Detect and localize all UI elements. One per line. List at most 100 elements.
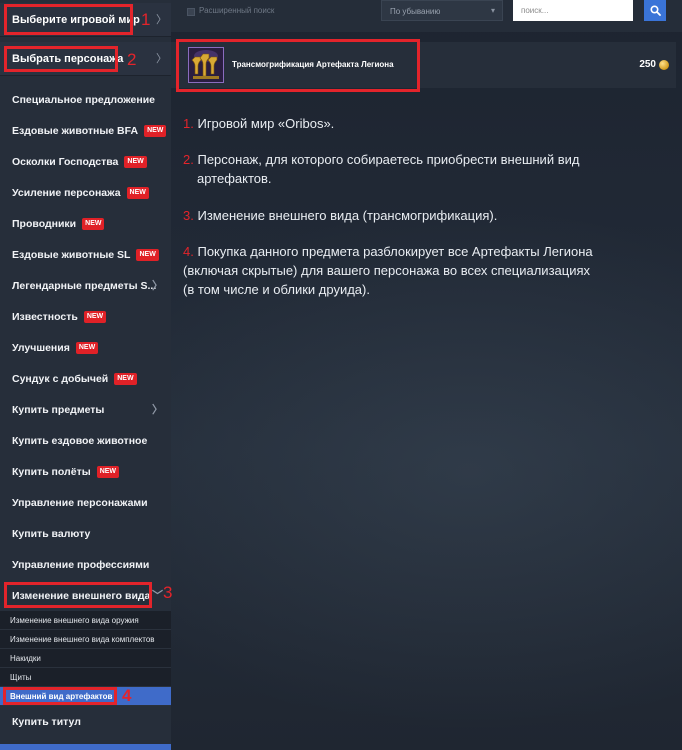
sort-select[interactable]: По убыванию ▾ <box>381 0 503 21</box>
menu-item-character-boost[interactable]: Усиление персонажа NEW <box>0 177 171 208</box>
menu-item-label: Купить титул <box>12 715 81 728</box>
menu-item-label: Сундук с добычей <box>12 372 109 385</box>
submenu-item-label: Щиты <box>10 672 32 682</box>
submenu-item-artifact-appearance[interactable]: Внешний вид артефактов 4 <box>0 687 171 706</box>
menu-item-buy-mount[interactable]: Купить ездовое животное <box>0 425 171 456</box>
extended-search-label: Расширенный поиск <box>199 6 275 15</box>
menu-item-loot-chest[interactable]: Сундук с добычей NEW <box>0 363 171 394</box>
character-selector-label: Выбрать персонажа <box>12 53 124 65</box>
menu-item-profession-management[interactable]: Управление профессиями <box>0 549 171 580</box>
menu-item-label: Купить валюту <box>12 527 91 540</box>
sidebar: Выберите игровой мир 1 〉 Выбрать персона… <box>0 0 173 750</box>
note-1: 1. Игровой мир «Oribos». <box>183 114 663 133</box>
menu-item-label: Купить полёты <box>12 465 91 478</box>
menu-item-mounts-bfa[interactable]: Ездовые животные BFA NEW <box>0 115 171 146</box>
sidebar-bottom-button[interactable] <box>0 744 171 750</box>
menu-item-label: Осколки Господства <box>12 155 119 168</box>
page: Выберите игровой мир 1 〉 Выбрать персона… <box>0 0 682 750</box>
menu-item-buy-flying[interactable]: Купить полёты NEW <box>0 456 171 487</box>
chevron-down-icon: ▾ <box>490 6 495 15</box>
submenu-item-label: Внешний вид артефактов <box>10 691 113 701</box>
menu-item-label: Купить ездовое животное <box>12 434 148 447</box>
submenu-item-set-appearance[interactable]: Изменение внешнего вида комплектов <box>0 630 171 649</box>
menu-item-buy-items[interactable]: Купить предметы 〉 <box>0 394 171 425</box>
world-selector[interactable]: Выберите игровой мир 1 〉 <box>0 3 171 37</box>
note-number: 2. <box>183 152 194 167</box>
menu-item-reputation[interactable]: Известность NEW <box>0 301 171 332</box>
note-text: (в том числе и облики друида). <box>183 282 370 297</box>
note-text: (включая скрытые) для вашего персонажа в… <box>183 263 591 278</box>
new-badge: NEW <box>75 341 99 354</box>
menu-item-character-management[interactable]: Управление персонажами <box>0 487 171 518</box>
new-badge: NEW <box>96 465 120 478</box>
submenu-item-label: Изменение внешнего вида оружия <box>10 615 139 625</box>
new-badge: NEW <box>126 186 149 199</box>
menu-item-label: Управление профессиями <box>12 558 150 571</box>
submenu-item-weapon-appearance[interactable]: Изменение внешнего вида оружия <box>0 611 171 630</box>
note-3: 3. Изменение внешнего вида (трансмогрифи… <box>183 206 663 225</box>
search-button[interactable] <box>644 0 666 21</box>
product-price: 250 <box>639 59 656 70</box>
menu-item-buy-title[interactable]: Купить титул <box>0 706 171 737</box>
note-text: Покупка данного предмета разблокирует вс… <box>197 244 593 259</box>
menu-item-legendary-items[interactable]: Легендарные предметы S... 〉 <box>0 270 171 301</box>
note-number: 3. <box>183 208 194 223</box>
coin-icon <box>659 60 669 70</box>
artifact-trophies-icon <box>189 48 223 82</box>
menu-item-special-offer[interactable]: Специальное предложение <box>0 84 171 115</box>
product-image <box>188 47 224 83</box>
note-2: 2. Персонаж, для которого собираетесь пр… <box>183 150 663 188</box>
annotation-number-2: 2 <box>127 50 137 69</box>
new-badge: NEW <box>83 310 107 323</box>
note-text: Игровой мир «Oribos». <box>197 116 335 131</box>
menu-item-upgrades[interactable]: Улучшения NEW <box>0 332 171 363</box>
menu-item-buy-currency[interactable]: Купить валюту <box>0 518 171 549</box>
chevron-right-icon: 〉 <box>152 280 163 292</box>
new-badge: NEW <box>144 124 167 137</box>
menu-item-appearance-change[interactable]: Изменение внешнего вида ﹀ <box>0 580 171 611</box>
note-number: 4. <box>183 244 194 259</box>
new-badge: NEW <box>82 217 105 230</box>
new-badge: NEW <box>124 155 147 168</box>
annotation-number-1: 1 <box>141 10 151 29</box>
submenu-item-label: Накидки <box>10 653 41 663</box>
menu-item-label: Купить предметы <box>12 403 105 416</box>
chevron-right-icon: 〉 <box>152 404 163 416</box>
submenu-item-cloaks[interactable]: Накидки <box>0 649 171 668</box>
product-card[interactable]: Трансмогрификация Артефакта Легиона 250 <box>171 39 676 92</box>
menu-item-domination-shards[interactable]: Осколки Господства NEW <box>0 146 171 177</box>
menu-item-label: Специальное предложение <box>12 93 156 106</box>
menu-item-label: Проводники <box>12 217 77 230</box>
note-4: 4. Покупка данного предмета разблокирует… <box>183 242 663 299</box>
menu-item-label: Ездовые животные BFA <box>12 124 139 137</box>
submenu-item-shields[interactable]: Щиты <box>0 668 171 687</box>
extended-search-checkbox[interactable] <box>187 8 195 16</box>
menu-item-label: Ездовые животные SL <box>12 248 131 261</box>
new-badge: NEW <box>114 372 137 385</box>
annotation-number-4: 4 <box>122 686 132 705</box>
character-selector[interactable]: Выбрать персонажа 2 〉 <box>0 42 171 76</box>
world-selector-label: Выберите игровой мир <box>12 14 140 26</box>
menu-item-label: Улучшения <box>12 341 70 354</box>
search-input[interactable] <box>513 0 633 21</box>
menu-item-guides[interactable]: Проводники NEW <box>0 208 171 239</box>
note-number: 1. <box>183 116 194 131</box>
product-title: Трансмогрификация Артефакта Легиона <box>232 60 394 69</box>
note-text: Персонаж, для которого собираетесь приоб… <box>197 152 580 167</box>
submenu-item-label: Изменение внешнего вида комплектов <box>10 634 155 644</box>
menu-item-label: Легендарные предметы S... <box>12 279 157 292</box>
chevron-right-icon: 〉 <box>156 14 167 26</box>
menu-item-label: Управление персонажами <box>12 496 148 509</box>
menu-item-label: Известность <box>12 310 78 323</box>
note-text: Изменение внешнего вида (трансмогрификац… <box>197 208 498 223</box>
menu-item-mounts-sl[interactable]: Ездовые животные SL NEW <box>0 239 171 270</box>
annotation-number-3: 3 <box>163 583 173 602</box>
menu-item-label: Изменение внешнего вида <box>12 589 151 602</box>
search-icon <box>649 5 661 16</box>
chevron-down-icon: ﹀ <box>152 590 163 602</box>
menu-item-label: Усиление персонажа <box>12 186 121 199</box>
new-badge: NEW <box>136 248 159 261</box>
sort-select-value: По убыванию <box>390 7 441 16</box>
filter-bar: Расширенный поиск По убыванию ▾ <box>171 0 682 32</box>
note-text: артефактов. <box>197 171 272 186</box>
